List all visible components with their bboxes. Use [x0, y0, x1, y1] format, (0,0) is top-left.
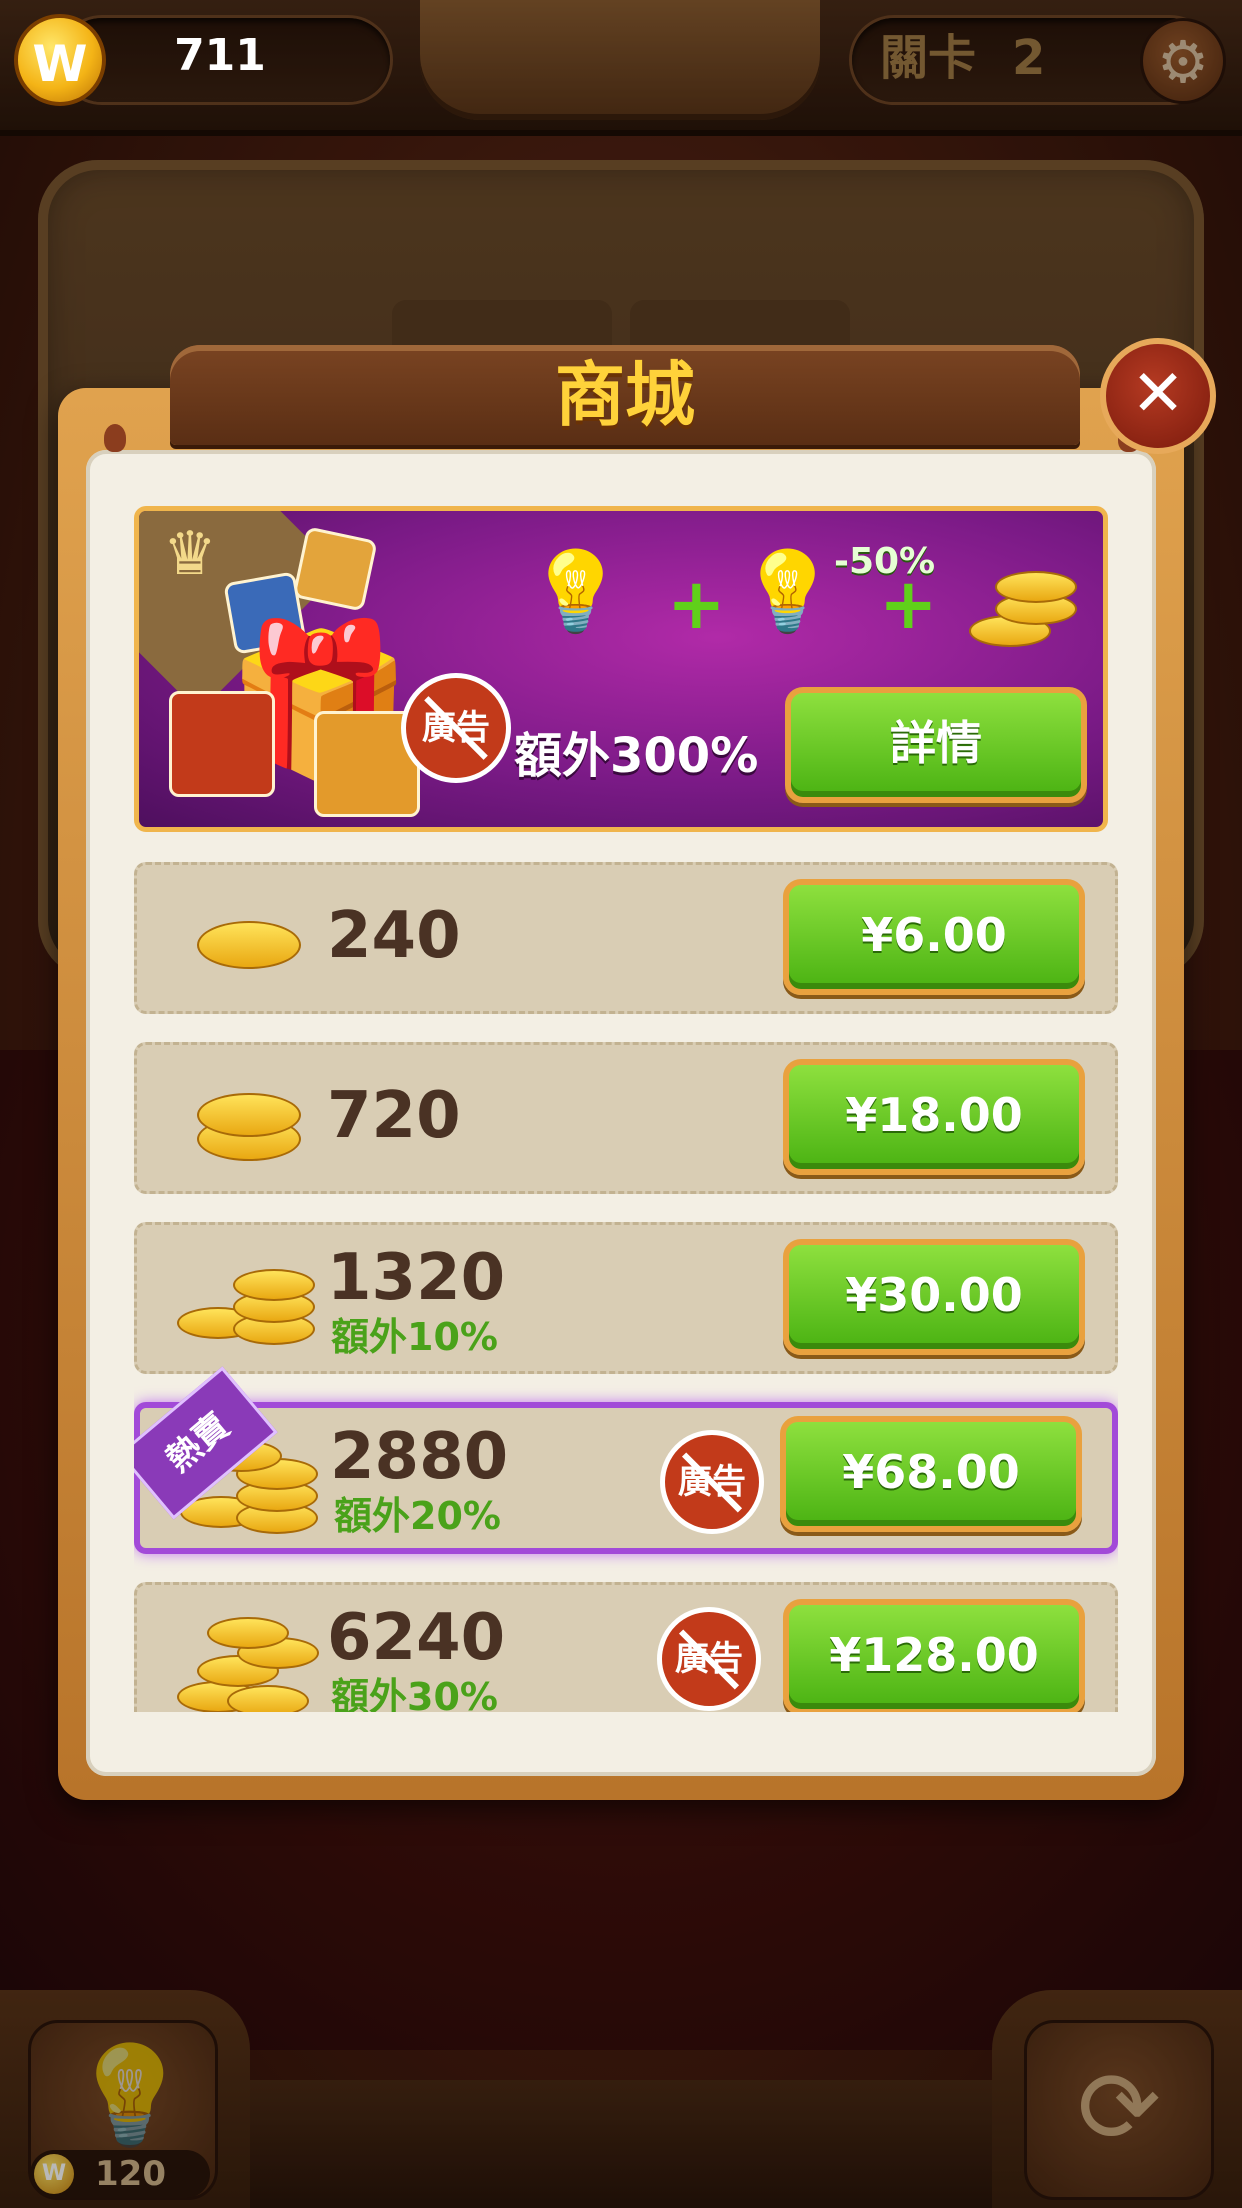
item-amount: 6240 [327, 1601, 506, 1675]
item-amount: 240 [327, 899, 461, 973]
buy-button-2880[interactable]: ¥68.00 [780, 1416, 1082, 1532]
crown-icon: ♛ [163, 519, 217, 589]
coin-icon: W [14, 14, 106, 106]
buy-button-1320[interactable]: ¥30.00 [783, 1239, 1085, 1355]
pin-icon [104, 424, 126, 452]
plus-icon: + [667, 563, 726, 645]
shop-item-list[interactable]: ♛ 🎁 廣告 額外300% 💡 + 💡 -50% + 詳情 240 ¥6.00 [134, 506, 1118, 1712]
buy-button-720[interactable]: ¥18.00 [783, 1059, 1085, 1175]
card-icon [292, 526, 378, 612]
shop-item-row: 1320 額外10% ¥30.00 [134, 1222, 1118, 1374]
lightbulb-icon: 💡 [527, 547, 625, 637]
coin-balance: 711 [174, 30, 266, 81]
coin-stack-icon [177, 1251, 317, 1351]
buy-button-6240[interactable]: ¥128.00 [783, 1599, 1085, 1712]
close-icon: ✕ [1131, 357, 1185, 431]
no-ads-icon: 廣告 [401, 673, 511, 783]
details-button[interactable]: 詳情 [785, 687, 1087, 803]
coin-stack-icon [177, 1611, 319, 1712]
shop-item-row-hot: 熱賣 2880 額外20% 廣告 ¥68.00 [134, 1366, 1118, 1554]
shop-item-row: 720 ¥18.00 [134, 1042, 1118, 1194]
item-bonus: 額外10% [331, 1315, 498, 1359]
promo-extra-bonus: 額外300% [514, 728, 759, 784]
shop-item-row: 6240 額外30% 廣告 ¥128.00 [134, 1582, 1118, 1712]
coin-stack-icon [969, 563, 1079, 653]
buy-button-240[interactable]: ¥6.00 [783, 879, 1085, 995]
promo-bundle: ♛ 🎁 廣告 額外300% 💡 + 💡 -50% + 詳情 [134, 506, 1108, 832]
no-ads-icon: 廣告 [660, 1430, 764, 1534]
item-bonus: 額外30% [331, 1675, 498, 1712]
shop-item-row: 240 ¥6.00 [134, 862, 1118, 1014]
no-ads-icon: 廣告 [657, 1607, 761, 1711]
item-amount: 1320 [327, 1241, 506, 1315]
shop-title: 商城 [555, 354, 695, 436]
item-amount: 720 [327, 1079, 461, 1153]
coin-stack-icon [177, 1071, 317, 1171]
lightbulb-icon: 💡 [739, 547, 837, 637]
card-icon [169, 691, 275, 797]
close-button[interactable]: ✕ [1100, 338, 1216, 454]
item-bonus: 額外20% [334, 1494, 501, 1538]
item-amount: 2880 [330, 1420, 509, 1494]
coin-icon [177, 891, 317, 991]
plus-icon: + [879, 563, 938, 645]
